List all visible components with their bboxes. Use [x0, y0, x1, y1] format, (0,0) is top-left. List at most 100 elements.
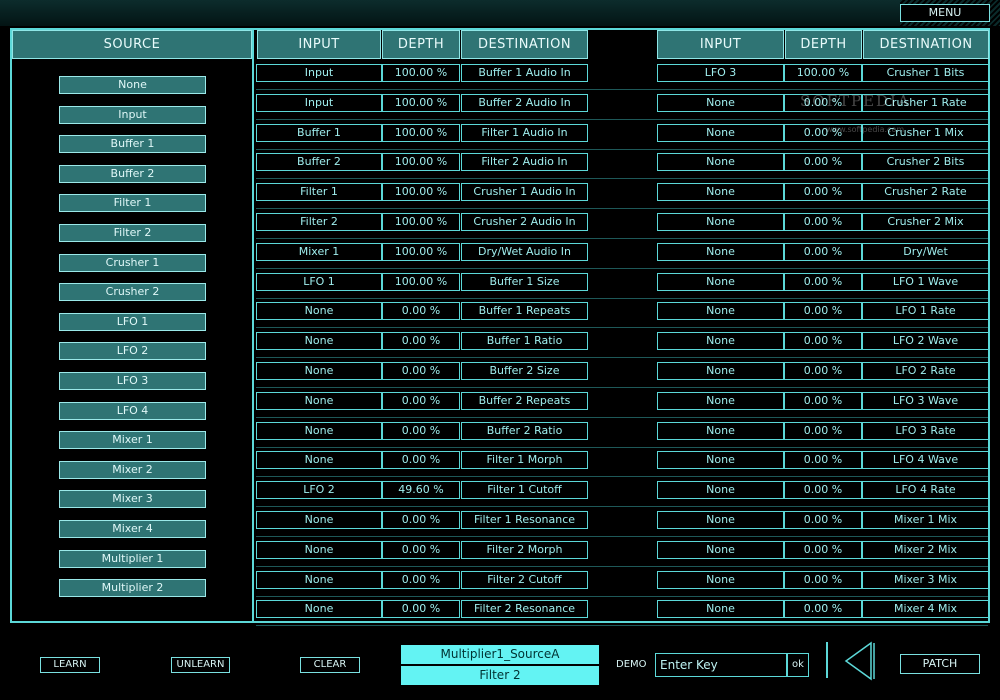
right-input-cell[interactable]: None [657, 213, 784, 231]
left-depth-cell[interactable]: 100.00 % [382, 183, 460, 202]
left-input-cell[interactable]: None [256, 391, 382, 410]
right-destination-cell[interactable]: Crusher 2 Bits [862, 153, 989, 172]
right-input-cell[interactable]: None [657, 511, 784, 529]
right-depth-cell[interactable]: 0.00 % [784, 93, 862, 112]
left-input-cell[interactable]: Mixer 1 [256, 242, 382, 261]
right-depth-cell[interactable]: 0.00 % [784, 362, 862, 380]
right-destination-cell[interactable]: LFO 2 Wave [862, 332, 989, 351]
left-input-cell[interactable]: Buffer 2 [256, 153, 382, 172]
right-input-cell[interactable]: None [657, 570, 784, 589]
left-depth-cell[interactable]: 0.00 % [382, 332, 460, 351]
left-depth-cell[interactable]: 0.00 % [382, 451, 460, 470]
right-destination-cell[interactable]: Dry/Wet [862, 242, 989, 261]
left-destination-cell[interactable]: Crusher 1 Audio In [461, 183, 588, 202]
left-destination-cell[interactable]: Filter 1 Morph [461, 451, 588, 470]
source-button[interactable]: Crusher 1 [59, 253, 206, 272]
left-depth-cell[interactable]: 0.00 % [382, 511, 460, 529]
left-depth-cell[interactable]: 0.00 % [382, 362, 460, 380]
right-depth-cell[interactable]: 0.00 % [784, 540, 862, 559]
unlearn-button[interactable]: UNLEARN [171, 657, 230, 673]
source-button[interactable]: LFO 2 [59, 342, 206, 361]
left-input-cell[interactable]: LFO 1 [256, 272, 382, 291]
left-depth-cell[interactable]: 100.00 % [382, 272, 460, 291]
key-input[interactable] [655, 653, 787, 677]
left-depth-cell[interactable]: 100.00 % [382, 242, 460, 261]
source-button[interactable]: Multiplier 1 [59, 549, 206, 568]
source-button[interactable]: None [59, 76, 206, 94]
learn-button[interactable]: LEARN [40, 657, 100, 673]
right-destination-cell[interactable]: Crusher 2 Mix [862, 213, 989, 231]
left-depth-cell[interactable]: 49.60 % [382, 481, 460, 500]
source-button[interactable]: Mixer 1 [59, 431, 206, 450]
right-destination-cell[interactable]: LFO 2 Rate [862, 362, 989, 380]
left-destination-cell[interactable]: Buffer 1 Repeats [461, 302, 588, 321]
left-depth-cell[interactable]: 100.00 % [382, 213, 460, 231]
right-input-cell[interactable]: None [657, 391, 784, 410]
right-destination-cell[interactable]: Mixer 1 Mix [862, 511, 989, 529]
right-depth-cell[interactable]: 0.00 % [784, 391, 862, 410]
source-button[interactable]: Mixer 4 [59, 520, 206, 538]
left-destination-cell[interactable]: Filter 2 Morph [461, 540, 588, 559]
left-input-cell[interactable]: LFO 2 [256, 481, 382, 500]
left-input-cell[interactable]: Buffer 1 [256, 123, 382, 142]
right-input-cell[interactable]: None [657, 421, 784, 440]
left-depth-cell[interactable]: 100.00 % [382, 123, 460, 142]
right-input-cell[interactable]: None [657, 451, 784, 470]
source-button[interactable]: Mixer 3 [59, 490, 206, 509]
source-button[interactable]: Buffer 1 [59, 135, 206, 154]
menu-button[interactable]: MENU [900, 4, 990, 22]
left-destination-cell[interactable]: Buffer 2 Repeats [461, 391, 588, 410]
left-input-cell[interactable]: Input [256, 64, 382, 82]
right-depth-cell[interactable]: 0.00 % [784, 272, 862, 291]
right-depth-cell[interactable]: 0.00 % [784, 332, 862, 351]
left-input-cell[interactable]: Filter 2 [256, 213, 382, 231]
right-destination-cell[interactable]: LFO 3 Wave [862, 391, 989, 410]
source-button[interactable]: LFO 1 [59, 312, 206, 331]
left-input-cell[interactable]: None [256, 511, 382, 529]
right-input-cell[interactable]: None [657, 332, 784, 351]
right-destination-cell[interactable]: Crusher 1 Bits [862, 64, 989, 82]
left-destination-cell[interactable]: Buffer 1 Audio In [461, 64, 588, 82]
left-input-cell[interactable]: None [256, 451, 382, 470]
source-button[interactable]: Crusher 2 [59, 283, 206, 302]
right-depth-cell[interactable]: 0.00 % [784, 511, 862, 529]
right-destination-cell[interactable]: LFO 1 Wave [862, 272, 989, 291]
left-input-cell[interactable]: None [256, 570, 382, 589]
right-input-cell[interactable]: None [657, 272, 784, 291]
left-input-cell[interactable]: None [256, 302, 382, 321]
right-destination-cell[interactable]: Crusher 1 Rate [862, 93, 989, 112]
right-input-cell[interactable]: None [657, 481, 784, 500]
right-destination-cell[interactable]: LFO 4 Rate [862, 481, 989, 500]
left-destination-cell[interactable]: Filter 1 Cutoff [461, 481, 588, 500]
left-depth-cell[interactable]: 0.00 % [382, 421, 460, 440]
right-destination-cell[interactable]: LFO 3 Rate [862, 421, 989, 440]
left-input-cell[interactable]: None [256, 600, 382, 619]
triangle-left-icon[interactable] [843, 641, 877, 681]
right-destination-cell[interactable]: Mixer 3 Mix [862, 570, 989, 589]
left-input-cell[interactable]: None [256, 540, 382, 559]
right-depth-cell[interactable]: 0.00 % [784, 600, 862, 619]
left-destination-cell[interactable]: Filter 1 Resonance [461, 511, 588, 529]
right-destination-cell[interactable]: Crusher 2 Rate [862, 183, 989, 202]
left-destination-cell[interactable]: Buffer 1 Ratio [461, 332, 588, 351]
right-input-cell[interactable]: None [657, 302, 784, 321]
ok-button[interactable]: ok [787, 653, 809, 677]
right-input-cell[interactable]: None [657, 153, 784, 172]
right-depth-cell[interactable]: 0.00 % [784, 302, 862, 321]
right-depth-cell[interactable]: 0.00 % [784, 242, 862, 261]
left-depth-cell[interactable]: 0.00 % [382, 570, 460, 589]
right-destination-cell[interactable]: Crusher 1 Mix [862, 123, 989, 142]
right-depth-cell[interactable]: 0.00 % [784, 183, 862, 202]
right-input-cell[interactable]: None [657, 93, 784, 112]
source-button[interactable]: Buffer 2 [59, 164, 206, 183]
source-button[interactable]: LFO 4 [59, 401, 206, 420]
source-button[interactable]: Filter 1 [59, 194, 206, 213]
source-button[interactable]: Input [59, 105, 206, 124]
left-depth-cell[interactable]: 100.00 % [382, 64, 460, 82]
right-destination-cell[interactable]: Mixer 4 Mix [862, 600, 989, 619]
left-destination-cell[interactable]: Buffer 2 Audio In [461, 93, 588, 112]
right-destination-cell[interactable]: LFO 1 Rate [862, 302, 989, 321]
left-destination-cell[interactable]: Filter 2 Resonance [461, 600, 588, 619]
right-depth-cell[interactable]: 0.00 % [784, 481, 862, 500]
left-depth-cell[interactable]: 100.00 % [382, 93, 460, 112]
